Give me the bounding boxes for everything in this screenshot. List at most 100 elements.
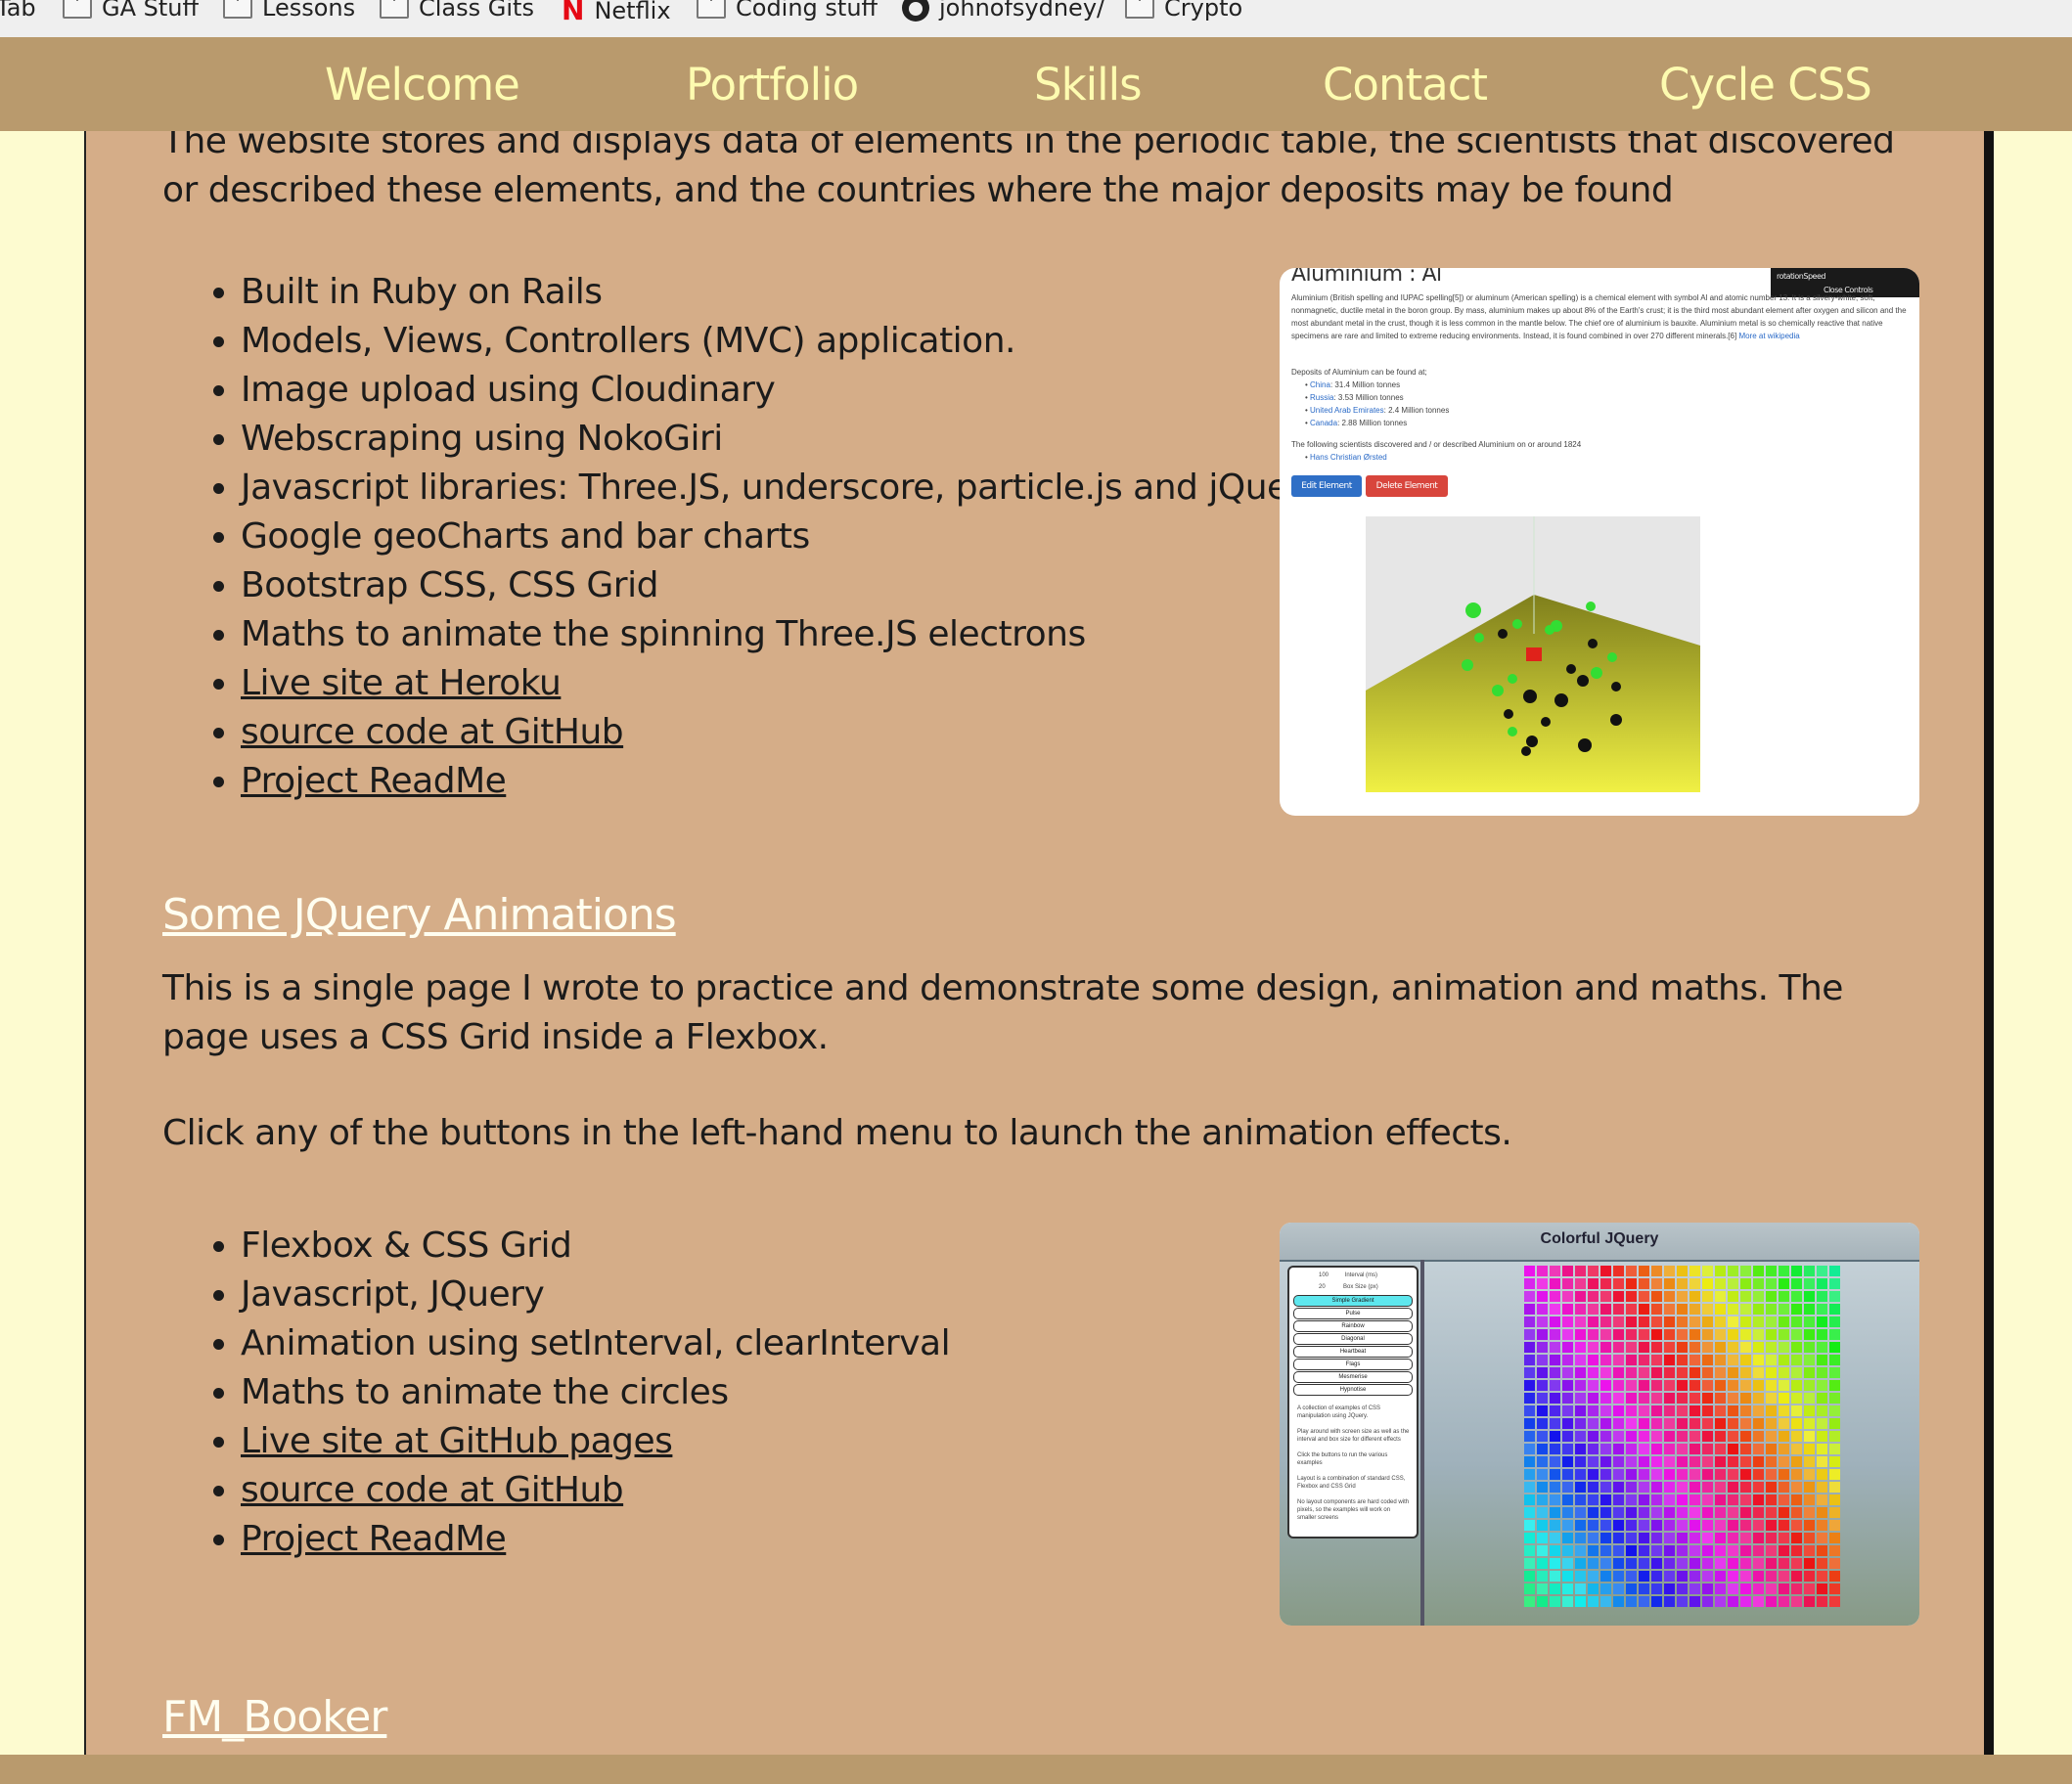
grid-cell (1575, 1583, 1586, 1594)
grid-cell (1791, 1545, 1802, 1556)
grid-cell (1791, 1405, 1802, 1416)
grid-cell (1613, 1444, 1624, 1454)
grid-cell (1753, 1571, 1764, 1582)
grid-cell (1664, 1520, 1675, 1531)
grid-cell (1588, 1304, 1599, 1315)
fm-booker-title[interactable]: FM_Booker (162, 1692, 387, 1742)
grid-cell (1639, 1431, 1649, 1442)
nav-skills[interactable]: Skills (1034, 59, 1143, 111)
grid-cell (1715, 1494, 1726, 1505)
github-pages-link[interactable]: Live site at GitHub pages (241, 1421, 673, 1461)
grid-cell (1537, 1482, 1548, 1493)
delete-element-button[interactable]: Delete Element (1366, 475, 1448, 497)
jquery-screenshot[interactable]: Colorful JQuery 100 Interval (ms) 20 Box… (1280, 1223, 1919, 1626)
grid-cell (1829, 1380, 1840, 1391)
grid-cell (1728, 1431, 1738, 1442)
nav-cycle-css[interactable]: Cycle CSS (1659, 59, 1872, 111)
bookmark-ga-stuff[interactable]: GA Stuff (63, 0, 199, 22)
grid-cell (1524, 1291, 1535, 1302)
grid-cell (1613, 1304, 1624, 1315)
threejs-canvas[interactable] (1366, 516, 1700, 792)
grid-cell (1779, 1418, 1789, 1429)
grid-cell (1575, 1329, 1586, 1340)
bookmark-crypto[interactable]: Crypto (1125, 0, 1242, 22)
grid-cell (1791, 1342, 1802, 1353)
bookmarks-bar: Tab GA Stuff Lessons Class Gits N Netflix… (0, 0, 2072, 38)
grid-cell (1588, 1583, 1599, 1594)
bookmark-tab[interactable]: Tab (0, 0, 36, 22)
grid-cell (1588, 1342, 1599, 1353)
grid-cell (1804, 1533, 1815, 1543)
grid-cell (1689, 1456, 1700, 1467)
bookmark-johnofsydney[interactable]: johnofsydney/ (902, 0, 1104, 22)
grid-cell (1791, 1393, 1802, 1404)
grid-cell (1829, 1596, 1840, 1607)
grid-cell (1664, 1456, 1675, 1467)
grid-cell (1600, 1380, 1611, 1391)
grid-cell (1600, 1520, 1611, 1531)
grid-cell (1702, 1545, 1713, 1556)
grid-cell (1524, 1545, 1535, 1556)
jquery-readme-link[interactable]: Project ReadMe (241, 1519, 507, 1559)
menu-heartbeat[interactable]: Heartbeat (1293, 1346, 1413, 1358)
grid-cell (1600, 1583, 1611, 1594)
grid-cell (1766, 1469, 1777, 1480)
grid-cell (1766, 1418, 1777, 1429)
grid-cell (1728, 1482, 1738, 1493)
periodic-readme-link[interactable]: Project ReadMe (241, 761, 507, 801)
periodic-screenshot[interactable]: Aluminium : Al rotationSpeed Close Contr… (1280, 268, 1919, 816)
wikipedia-link[interactable]: More at wikipedia (1738, 332, 1799, 340)
menu-rainbow[interactable]: Rainbow (1293, 1320, 1413, 1332)
grid-cell (1804, 1316, 1815, 1327)
jquery-github-link[interactable]: source code at GitHub (241, 1470, 624, 1510)
grid-cell (1817, 1482, 1827, 1493)
grid-cell (1524, 1520, 1535, 1531)
bookmark-netflix[interactable]: N Netflix (562, 0, 671, 26)
grid-cell (1639, 1316, 1649, 1327)
grid-cell (1702, 1342, 1713, 1353)
menu-diagonal[interactable]: Diagonal (1293, 1333, 1413, 1345)
grid-cell (1537, 1583, 1548, 1594)
nav-portfolio[interactable]: Portfolio (686, 59, 859, 111)
grid-cell (1702, 1444, 1713, 1454)
grid-cell (1588, 1266, 1599, 1276)
grid-cell (1664, 1291, 1675, 1302)
menu-simple-gradient[interactable]: Simple Gradient (1293, 1295, 1413, 1307)
grid-cell (1702, 1596, 1713, 1607)
jquery-app-header: Colorful JQuery (1280, 1223, 1919, 1262)
grid-cell (1651, 1456, 1662, 1467)
menu-hypnotise[interactable]: Hypnotise (1293, 1384, 1413, 1396)
grid-cell (1829, 1507, 1840, 1518)
grid-cell (1626, 1355, 1637, 1365)
jquery-section-title[interactable]: Some JQuery Animations (162, 890, 677, 940)
grid-cell (1613, 1520, 1624, 1531)
grid-cell (1639, 1520, 1649, 1531)
bookmark-coding-stuff[interactable]: Coding stuff (697, 0, 878, 22)
grid-cell (1613, 1405, 1624, 1416)
grid-cell (1715, 1329, 1726, 1340)
grid-cell (1626, 1507, 1637, 1518)
grid-cell (1537, 1380, 1548, 1391)
footer-bar (0, 1755, 2072, 1784)
grid-cell (1562, 1545, 1573, 1556)
bookmark-class-gits[interactable]: Class Gits (380, 0, 534, 22)
nav-welcome[interactable]: Welcome (325, 59, 520, 111)
bookmark-lessons[interactable]: Lessons (223, 0, 355, 22)
grid-cell (1715, 1355, 1726, 1365)
nav-contact[interactable]: Contact (1323, 59, 1488, 111)
grid-cell (1779, 1558, 1789, 1569)
grid-cell (1829, 1456, 1840, 1467)
grid-cell (1817, 1507, 1827, 1518)
grid-cell (1524, 1507, 1535, 1518)
grid-cell (1728, 1444, 1738, 1454)
grid-cell (1651, 1596, 1662, 1607)
edit-element-button[interactable]: Edit Element (1291, 475, 1362, 497)
heroku-link[interactable]: Live site at Heroku (241, 663, 562, 703)
grid-cell (1728, 1418, 1738, 1429)
menu-flags[interactable]: Flags (1293, 1359, 1413, 1370)
menu-pulse[interactable]: Pulse (1293, 1308, 1413, 1319)
periodic-github-link[interactable]: source code at GitHub (241, 712, 624, 752)
menu-mesmerise[interactable]: Mesmerise (1293, 1371, 1413, 1383)
grid-cell (1613, 1266, 1624, 1276)
list-item: Built in Ruby on Rails (241, 268, 1323, 317)
